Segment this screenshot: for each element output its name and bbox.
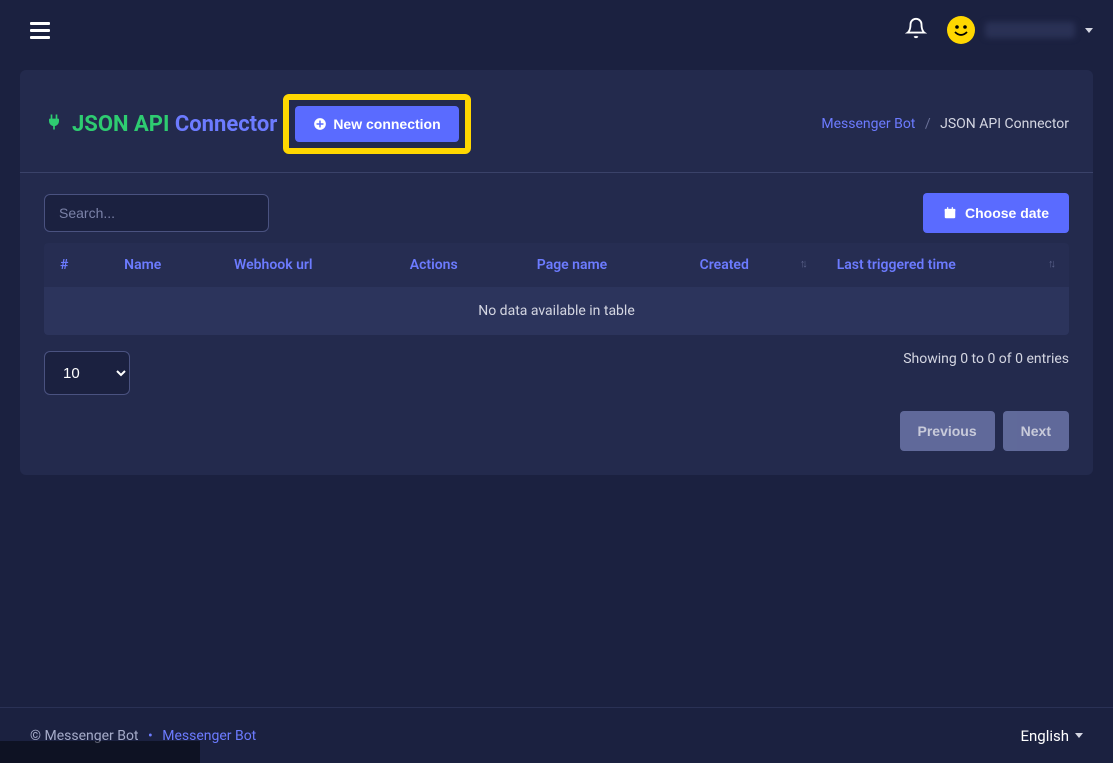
chevron-down-icon bbox=[1075, 733, 1083, 738]
pagination: Previous Next bbox=[20, 411, 1093, 475]
col-page-name[interactable]: Page name bbox=[521, 243, 684, 287]
table-header: # Name Webhook url Actions Page name Cre… bbox=[44, 243, 1069, 287]
table-empty-row: No data available in table bbox=[44, 287, 1069, 335]
page-header: JSON API Connector New connection Messen… bbox=[20, 70, 1093, 173]
notifications-button[interactable] bbox=[905, 17, 927, 43]
table-empty-message: No data available in table bbox=[44, 287, 1069, 335]
page-title-wrap: JSON API Connector bbox=[44, 112, 277, 137]
sort-icon: ↑↓ bbox=[1048, 257, 1053, 270]
search-input[interactable] bbox=[44, 194, 269, 232]
previous-button[interactable]: Previous bbox=[900, 411, 995, 451]
plug-icon bbox=[44, 112, 64, 136]
col-actions[interactable]: Actions bbox=[394, 243, 521, 287]
controls-row: Choose date bbox=[20, 173, 1093, 243]
avatar bbox=[947, 16, 975, 44]
table-wrap: # Name Webhook url Actions Page name Cre… bbox=[20, 243, 1093, 335]
topbar-right bbox=[905, 16, 1093, 44]
page-title: JSON API Connector bbox=[72, 112, 277, 137]
breadcrumb: Messenger Bot / JSON API Connector bbox=[821, 116, 1069, 132]
breadcrumb-current: JSON API Connector bbox=[940, 116, 1069, 132]
new-connection-label: New connection bbox=[333, 116, 440, 132]
table-body: No data available in table bbox=[44, 287, 1069, 335]
breadcrumb-parent-link[interactable]: Messenger Bot bbox=[821, 116, 915, 132]
col-index[interactable]: # bbox=[44, 243, 108, 287]
language-label: English bbox=[1020, 727, 1069, 745]
hamburger-icon bbox=[30, 22, 50, 39]
breadcrumb-separator: / bbox=[925, 116, 931, 132]
sort-icon: ↑↓ bbox=[800, 257, 805, 270]
language-dropdown[interactable]: English bbox=[1020, 727, 1083, 745]
bell-icon bbox=[905, 17, 927, 39]
main-card: JSON API Connector New connection Messen… bbox=[20, 70, 1093, 475]
choose-date-button[interactable]: Choose date bbox=[923, 193, 1069, 233]
plus-circle-icon bbox=[313, 117, 327, 131]
highlighted-area: New connection bbox=[283, 94, 470, 154]
col-name[interactable]: Name bbox=[108, 243, 218, 287]
col-webhook-url[interactable]: Webhook url bbox=[218, 243, 394, 287]
user-menu-button[interactable] bbox=[947, 16, 1093, 44]
col-last-triggered[interactable]: Last triggered time↑↓ bbox=[821, 243, 1069, 287]
chevron-down-icon bbox=[1085, 28, 1093, 33]
col-created[interactable]: Created↑↓ bbox=[684, 243, 821, 287]
topbar bbox=[0, 0, 1113, 60]
page-title-part2: Connector bbox=[169, 112, 277, 137]
choose-date-label: Choose date bbox=[965, 205, 1049, 221]
menu-toggle-button[interactable] bbox=[30, 22, 50, 39]
next-button[interactable]: Next bbox=[1003, 411, 1069, 451]
entries-info: Showing 0 to 0 of 0 entries bbox=[903, 351, 1069, 367]
table-footer-row: 10 Showing 0 to 0 of 0 entries bbox=[20, 335, 1093, 411]
connections-table: # Name Webhook url Actions Page name Cre… bbox=[44, 243, 1069, 335]
smiley-icon bbox=[949, 18, 973, 42]
calendar-icon bbox=[943, 206, 957, 220]
new-connection-button[interactable]: New connection bbox=[295, 106, 458, 142]
topbar-left bbox=[30, 22, 50, 39]
page-size-select[interactable]: 10 bbox=[44, 351, 130, 395]
bottom-overlay-strip bbox=[0, 741, 200, 763]
page-title-part1: JSON API bbox=[72, 112, 169, 137]
user-name bbox=[985, 22, 1075, 38]
